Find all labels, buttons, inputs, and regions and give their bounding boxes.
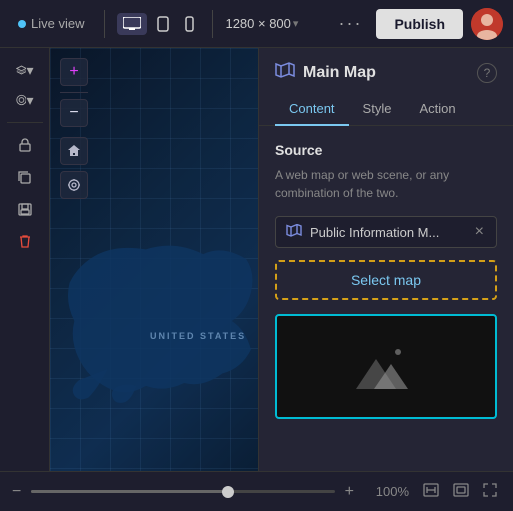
home-button[interactable] [60, 137, 88, 165]
map-canvas: + − UNITED STATES [50, 48, 258, 471]
alaska-silhouette [60, 231, 258, 411]
zoom-out-button[interactable]: − [60, 99, 88, 127]
tablet-view-button[interactable] [151, 12, 175, 36]
zoom-plus-icon[interactable]: + [345, 483, 354, 501]
panel-tabs: Content Style Action [259, 93, 513, 126]
zoom-slider-fill [31, 490, 228, 493]
tab-action[interactable]: Action [405, 93, 469, 126]
publish-button[interactable]: Publish [376, 9, 463, 39]
lock-button[interactable] [11, 131, 39, 159]
divider2 [212, 10, 213, 38]
fullscreen-button[interactable] [479, 481, 501, 503]
mobile-view-button[interactable] [179, 12, 200, 36]
more-options-button[interactable]: ··· [332, 11, 368, 36]
fit-width-button[interactable] [419, 481, 443, 503]
zoom-in-button[interactable]: + [60, 58, 88, 86]
delete-button[interactable] [11, 227, 39, 255]
bottom-bar: − + 100% [0, 471, 513, 511]
editor-sidebar: ▾ ▾ [0, 48, 50, 471]
save-template-button[interactable] [11, 195, 39, 223]
zoom-percentage: 100% [364, 484, 409, 499]
zoom-slider[interactable] [31, 490, 334, 493]
section-label: Source [275, 142, 497, 158]
source-chip: Public Information M... × [275, 216, 497, 248]
tab-content[interactable]: Content [275, 93, 349, 126]
country-label: UNITED STATES [150, 331, 246, 341]
zoom-slider-track [31, 490, 334, 493]
view-icons [117, 12, 200, 36]
map-background: + − UNITED STATES [50, 48, 258, 471]
fit-page-button[interactable] [449, 481, 473, 503]
help-button[interactable]: ? [477, 63, 497, 83]
styles-button[interactable]: ▾ [11, 86, 39, 114]
editor-toolbar: ▾ ▾ [0, 56, 49, 114]
chip-close-button[interactable]: × [473, 224, 486, 240]
map-area: + − UNITED STATES [50, 48, 258, 471]
chip-map-icon [286, 224, 302, 240]
resolution-display: 1280 × 800 ▾ [225, 16, 298, 31]
zoom-slider-thumb [222, 486, 234, 498]
layers-button[interactable]: ▾ [11, 56, 39, 84]
preview-placeholder-icon [356, 344, 416, 389]
live-view-button[interactable]: Live view [10, 12, 92, 35]
map-preview [275, 314, 497, 419]
location-button[interactable] [60, 171, 88, 199]
topbar: Live view 1280 × 800 ▾ ··· Publish [0, 0, 513, 48]
tab-style[interactable]: Style [349, 93, 406, 126]
select-map-button[interactable]: Select map [275, 260, 497, 300]
panel-header: Main Map ? [259, 48, 513, 83]
panel-map-icon [275, 62, 295, 83]
section-description: A web map or web scene, or any combinati… [275, 166, 497, 202]
live-view-label: Live view [31, 16, 84, 31]
live-dot [18, 20, 26, 28]
editor-divider [7, 122, 43, 123]
zoom-minus-icon[interactable]: − [12, 483, 21, 501]
panel-title: Main Map [303, 64, 469, 82]
right-panel: Main Map ? Content Style Action Source A… [258, 48, 513, 471]
panel-body: Source A web map or web scene, or any co… [259, 126, 513, 471]
avatar[interactable] [471, 8, 503, 40]
divider [104, 10, 105, 38]
ctrl-divider [60, 92, 88, 93]
map-controls: + − [60, 58, 88, 199]
bottom-icons [419, 481, 501, 503]
main-content: ▾ ▾ [0, 48, 513, 471]
duplicate-button[interactable] [11, 163, 39, 191]
desktop-view-button[interactable] [117, 13, 147, 35]
chip-text: Public Information M... [310, 225, 465, 240]
